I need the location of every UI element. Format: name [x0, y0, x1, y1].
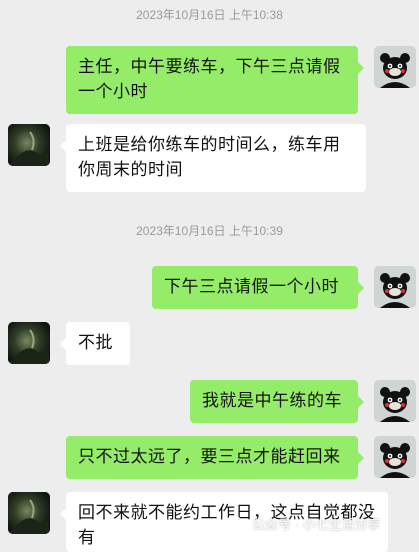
contact-avatar[interactable] [8, 322, 50, 364]
landscape-avatar-icon [8, 124, 50, 166]
contact-avatar[interactable] [8, 124, 50, 166]
watermark-text: 公众号 · 小七生活分享 [252, 516, 381, 532]
bear-avatar-icon [374, 266, 416, 308]
self-avatar[interactable] [374, 436, 416, 478]
bear-avatar-icon [374, 436, 416, 478]
timestamp: 2023年10月16日 上午10:39 [136, 224, 283, 238]
watermark: 公众号 · 小七生活分享 [226, 510, 381, 536]
message-bubble-sent[interactable]: 我就是中午练的车 [190, 380, 364, 423]
wechat-icon [226, 515, 246, 531]
self-avatar[interactable] [374, 380, 416, 422]
bear-avatar-icon [374, 46, 416, 88]
self-avatar[interactable] [374, 266, 416, 308]
self-avatar[interactable] [374, 46, 416, 88]
message-bubble-received[interactable]: 不批 [60, 322, 130, 365]
landscape-avatar-icon [8, 322, 50, 364]
timestamp: 2023年10月16日 上午10:38 [136, 8, 283, 22]
message-bubble-sent[interactable]: 只不过太远了，要三点才能赶回来 [66, 436, 364, 479]
bear-avatar-icon [374, 380, 416, 422]
message-bubble-sent[interactable]: 主任，中午要练车，下午三点请假一个小时 [66, 46, 364, 114]
contact-avatar[interactable] [8, 492, 50, 534]
message-bubble-sent[interactable]: 下午三点请假一个小时 [152, 266, 364, 309]
landscape-avatar-icon [8, 492, 50, 534]
message-bubble-received[interactable]: 上班是给你练车的时间么，练车用你周末的时间 [60, 124, 366, 192]
